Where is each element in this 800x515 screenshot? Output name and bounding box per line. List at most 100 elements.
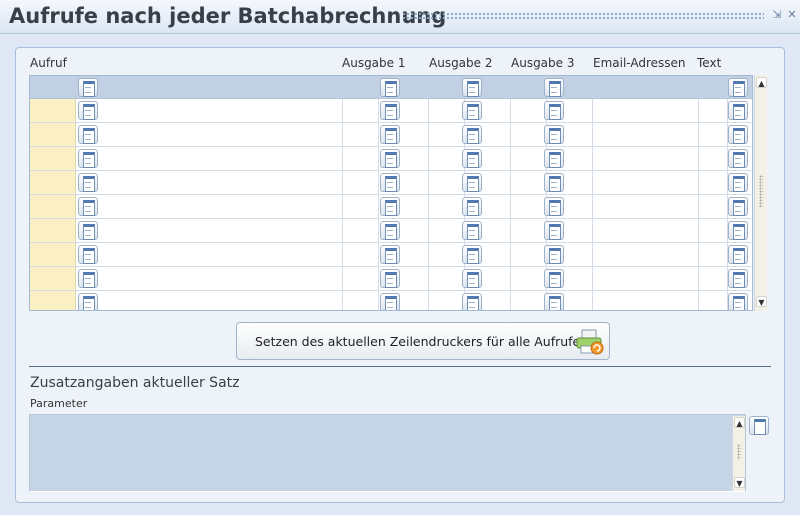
lookup-document-icon[interactable] [380, 78, 400, 97]
column-separator [752, 171, 753, 194]
lookup-document-icon[interactable] [380, 149, 400, 168]
lookup-document-icon[interactable] [728, 78, 748, 97]
column-separator [752, 99, 753, 122]
aufruf-cell[interactable] [30, 147, 76, 170]
lookup-document-icon[interactable] [380, 101, 400, 120]
lookup-document-icon[interactable] [728, 125, 748, 144]
lookup-document-icon[interactable] [544, 293, 564, 310]
lookup-document-icon[interactable] [462, 245, 482, 264]
lookup-document-icon[interactable] [78, 101, 98, 120]
table-row[interactable] [30, 147, 752, 171]
column-separator [428, 195, 429, 218]
param-scroll-up-icon[interactable]: ▲ [734, 417, 745, 428]
lookup-document-icon[interactable] [544, 101, 564, 120]
lookup-document-icon[interactable] [728, 149, 748, 168]
lookup-document-icon[interactable] [728, 245, 748, 264]
lookup-document-icon[interactable] [78, 245, 98, 264]
lookup-document-icon[interactable] [78, 221, 98, 240]
lookup-document-icon[interactable] [462, 78, 482, 97]
set-printer-label: Setzen des aktuellen Zeilendruckers für … [255, 334, 581, 349]
lookup-document-icon[interactable] [728, 101, 748, 120]
aufruf-cell[interactable] [30, 291, 76, 310]
table-row[interactable] [30, 195, 752, 219]
table-row[interactable] [30, 123, 752, 147]
lookup-document-icon[interactable] [728, 197, 748, 216]
column-separator [510, 147, 511, 170]
column-separator [378, 267, 379, 290]
lookup-document-icon[interactable] [78, 149, 98, 168]
restore-icon[interactable]: ⇲ [771, 9, 783, 21]
column-separator [342, 147, 343, 170]
scroll-up-icon[interactable]: ▲ [756, 77, 767, 88]
lookup-document-icon[interactable] [462, 101, 482, 120]
lookup-document-icon[interactable] [544, 269, 564, 288]
table-scrollbar[interactable]: ▲ ▼ [754, 75, 767, 311]
aufruf-cell[interactable] [30, 219, 76, 242]
lookup-document-icon[interactable] [78, 269, 98, 288]
lookup-document-icon[interactable] [728, 269, 748, 288]
column-separator [752, 243, 753, 266]
lookup-document-icon[interactable] [544, 173, 564, 192]
table-row[interactable] [30, 99, 752, 123]
table-row[interactable] [30, 291, 752, 310]
table-row[interactable] [30, 219, 752, 243]
lookup-document-icon[interactable] [380, 293, 400, 310]
lookup-document-icon[interactable] [380, 173, 400, 192]
parameter-lookup-button[interactable] [749, 416, 769, 435]
aufruf-cell[interactable] [30, 123, 76, 146]
aufruf-cell[interactable] [30, 171, 76, 194]
param-scroll-grip[interactable] [737, 444, 741, 460]
lookup-document-icon[interactable] [544, 221, 564, 240]
lookup-document-icon[interactable] [462, 221, 482, 240]
column-separator [698, 123, 699, 146]
column-separator [378, 291, 379, 310]
lookup-document-icon[interactable] [728, 221, 748, 240]
scroll-down-icon[interactable]: ▼ [756, 296, 767, 307]
column-separator [342, 219, 343, 242]
lookup-document-icon[interactable] [380, 221, 400, 240]
table-row[interactable] [30, 171, 752, 195]
lookup-document-icon[interactable] [544, 197, 564, 216]
column-separator [342, 171, 343, 194]
aufruf-cell[interactable] [30, 267, 76, 290]
lookup-document-icon[interactable] [544, 149, 564, 168]
lookup-document-icon[interactable] [78, 125, 98, 144]
lookup-document-icon[interactable] [380, 245, 400, 264]
lookup-document-icon[interactable] [728, 173, 748, 192]
column-separator [428, 99, 429, 122]
lookup-document-icon[interactable] [380, 197, 400, 216]
lookup-document-icon[interactable] [728, 293, 748, 310]
lookup-document-icon[interactable] [462, 293, 482, 310]
lookup-document-icon[interactable] [78, 78, 98, 97]
column-separator [592, 99, 593, 122]
lookup-document-icon[interactable] [462, 269, 482, 288]
param-scroll-down-icon[interactable]: ▼ [734, 477, 745, 488]
lookup-document-icon[interactable] [544, 125, 564, 144]
lookup-document-icon[interactable] [78, 293, 98, 310]
column-separator [342, 99, 343, 122]
aufruf-cell[interactable] [30, 243, 76, 266]
lookup-document-icon[interactable] [544, 78, 564, 97]
lookup-document-icon[interactable] [462, 149, 482, 168]
column-separator [378, 243, 379, 266]
lookup-document-icon[interactable] [380, 125, 400, 144]
lookup-document-icon[interactable] [78, 173, 98, 192]
close-icon[interactable]: ✕ [786, 9, 798, 21]
set-printer-for-all-button[interactable]: Setzen des aktuellen Zeilendruckers für … [236, 322, 610, 360]
column-header-aufruf: Aufruf [30, 56, 67, 70]
column-separator [752, 195, 753, 218]
lookup-document-icon[interactable] [544, 245, 564, 264]
table-row[interactable] [30, 267, 752, 291]
lookup-document-icon[interactable] [78, 197, 98, 216]
lookup-document-icon[interactable] [462, 197, 482, 216]
aufruf-cell[interactable] [30, 99, 76, 122]
lookup-document-icon[interactable] [462, 173, 482, 192]
parameter-scrollbar[interactable]: ▲ ▼ [732, 416, 745, 491]
table-row[interactable] [30, 243, 752, 267]
parameter-textarea[interactable] [29, 414, 746, 492]
aufruf-cell[interactable] [30, 195, 76, 218]
table-filter-row[interactable] [30, 76, 752, 99]
scroll-grip[interactable] [759, 175, 763, 207]
lookup-document-icon[interactable] [462, 125, 482, 144]
lookup-document-icon[interactable] [380, 269, 400, 288]
